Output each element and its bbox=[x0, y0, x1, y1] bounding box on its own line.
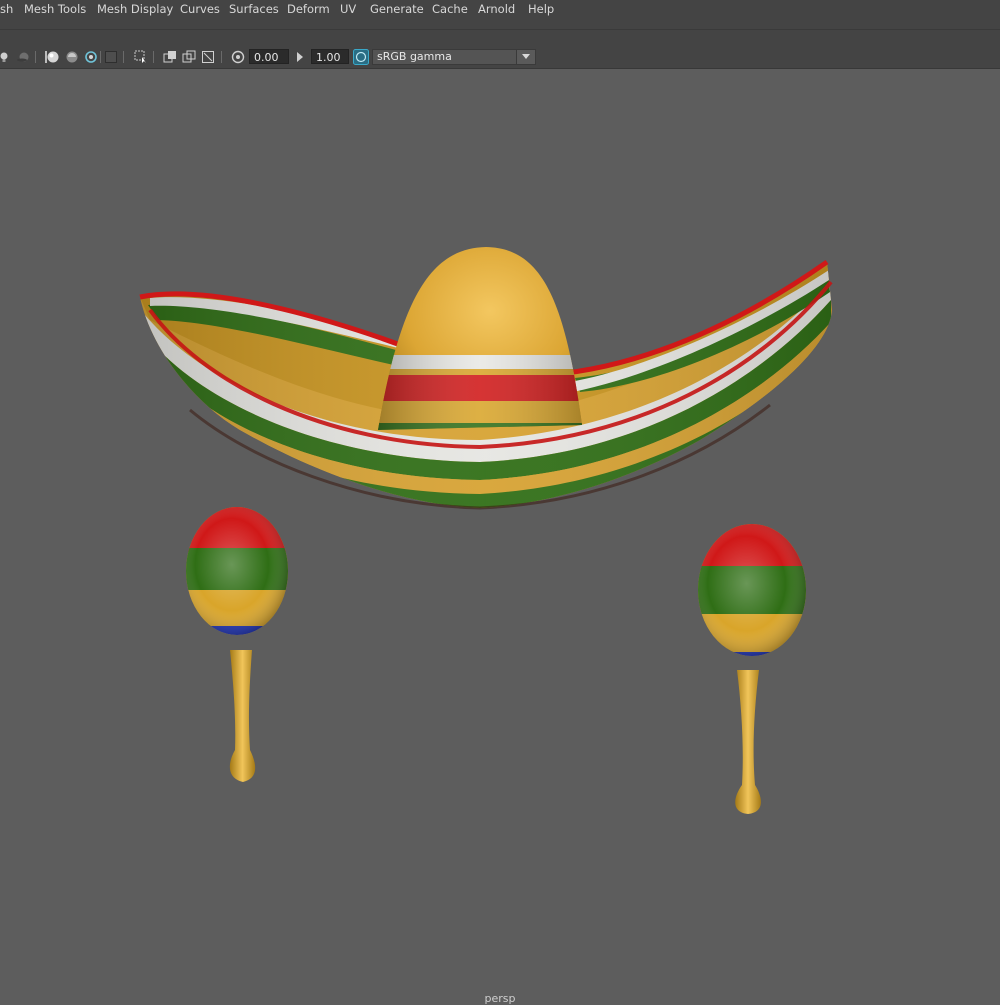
toolbar-gap bbox=[0, 20, 1000, 46]
menu-curves[interactable]: Curves bbox=[178, 0, 222, 19]
menu-mesh-tools[interactable]: Mesh Tools bbox=[22, 0, 88, 19]
viewport-3d[interactable] bbox=[0, 69, 1000, 1000]
maraca-right[interactable] bbox=[690, 518, 820, 814]
exposure-field[interactable]: 0.00 bbox=[249, 49, 289, 64]
shadow-icon[interactable] bbox=[16, 50, 30, 64]
menu-cache[interactable]: Cache bbox=[430, 0, 470, 19]
menu-mesh[interactable]: sh bbox=[0, 0, 15, 19]
gamma-icon[interactable] bbox=[293, 50, 307, 64]
menu-deform[interactable]: Deform bbox=[285, 0, 332, 19]
xray-icon[interactable] bbox=[65, 50, 79, 64]
colorspace-dropdown[interactable]: sRGB gamma bbox=[372, 49, 536, 65]
toolbar-separator bbox=[123, 51, 124, 63]
menu-generate[interactable]: Generate bbox=[368, 0, 426, 19]
resolution-gate-icon[interactable] bbox=[201, 50, 215, 64]
menu-help[interactable]: Help bbox=[526, 0, 556, 19]
select-camera-icon[interactable] bbox=[104, 50, 118, 64]
image-plane-icon[interactable] bbox=[163, 50, 177, 64]
isolate-icon[interactable] bbox=[84, 50, 98, 64]
menu-uv[interactable]: UV bbox=[338, 0, 358, 19]
grid-icon[interactable] bbox=[182, 50, 196, 64]
viewport-toolbar: 0.00 1.00 sRGB gamma bbox=[0, 46, 1000, 69]
gamma-field[interactable]: 1.00 bbox=[311, 49, 349, 64]
toolbar-separator bbox=[35, 51, 36, 63]
scene-canvas bbox=[139, 247, 833, 814]
light-icon[interactable] bbox=[0, 50, 11, 64]
chevron-down-icon[interactable] bbox=[516, 50, 535, 64]
menu-mesh-display[interactable]: Mesh Display bbox=[95, 0, 175, 19]
exposure-icon[interactable] bbox=[231, 50, 245, 64]
color-management-icon[interactable] bbox=[353, 49, 369, 65]
menu-bar: sh Mesh Tools Mesh Display Curves Surfac… bbox=[0, 0, 1000, 20]
menu-arnold[interactable]: Arnold bbox=[476, 0, 517, 19]
maraca-left[interactable] bbox=[180, 500, 300, 782]
toolbar-separator bbox=[100, 51, 101, 63]
colorspace-value: sRGB gamma bbox=[377, 50, 452, 63]
wireframe-shaded-icon[interactable] bbox=[46, 50, 60, 64]
camera-label: persp bbox=[484, 992, 516, 1005]
toolbar-separator bbox=[153, 51, 154, 63]
toolbar-separator bbox=[221, 51, 222, 63]
menu-divider bbox=[0, 29, 1000, 30]
bookmark-icon[interactable] bbox=[134, 50, 148, 64]
menu-surfaces[interactable]: Surfaces bbox=[227, 0, 281, 19]
